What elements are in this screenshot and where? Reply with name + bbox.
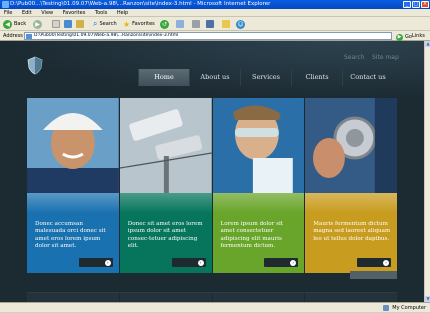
star-icon: ★	[123, 19, 131, 29]
nav-services[interactable]: Services	[240, 69, 291, 86]
arrow-right-icon: ›	[104, 259, 111, 266]
back-button[interactable]: ◀ Back	[3, 19, 26, 29]
print-button[interactable]	[192, 19, 200, 29]
feature-text-1: Donec accumsan malesuada orci donec sit …	[35, 221, 106, 250]
feature-columns: Donec accumsan malesuada orci donec sit …	[27, 193, 397, 273]
photo-camera	[119, 98, 212, 193]
refresh-icon	[64, 20, 72, 28]
back-arrow-icon: ◀	[3, 19, 12, 29]
media-button[interactable]: ↺	[160, 19, 169, 29]
arrow-right-icon: ›	[383, 259, 389, 266]
print-icon	[192, 20, 200, 28]
address-label: Address	[3, 33, 23, 39]
site-header: Search Site map Home About us Services C…	[0, 41, 424, 101]
forward-button[interactable]: ▶	[33, 19, 42, 29]
nav-clients[interactable]: Clients	[291, 69, 342, 86]
feature-column-2: Donec sit amet eros lorem ipsum dolor si…	[119, 193, 212, 273]
menu-favorites[interactable]: Favorites	[63, 10, 86, 16]
more-button-3[interactable]: ›	[264, 258, 299, 267]
photo-lab	[212, 98, 305, 193]
address-value: D:\Pub00\Testing\01.09.07\Web-a.98\...Ra…	[34, 33, 179, 38]
more-button-1[interactable]: ›	[78, 258, 113, 267]
bottom-section	[27, 292, 397, 302]
stop-button[interactable]	[52, 19, 60, 29]
photo-lock	[305, 98, 397, 193]
folder-icon	[222, 20, 230, 28]
feature-column-1: Donec accumsan malesuada orci donec sit …	[27, 193, 119, 273]
nav-home[interactable]: Home	[138, 69, 189, 86]
stop-icon	[52, 20, 60, 28]
page-icon	[26, 34, 32, 39]
messenger-button[interactable]: ☺	[236, 19, 245, 29]
more-button-2[interactable]: ›	[171, 258, 206, 267]
menu-tools[interactable]: Tools	[95, 10, 107, 16]
maximize-button[interactable]: □	[412, 1, 420, 8]
home-button[interactable]	[76, 19, 84, 29]
mail-icon	[176, 20, 184, 28]
search-link[interactable]: Search	[344, 54, 365, 61]
edit-button[interactable]	[206, 19, 214, 29]
search-button[interactable]: ⌕ Search	[93, 19, 117, 29]
shield-logo-icon[interactable]	[27, 56, 43, 75]
sitemap-link[interactable]: Site map	[372, 54, 399, 61]
back-label: Back	[14, 21, 27, 27]
favorites-label: Favorites	[132, 21, 155, 27]
window-title: D:\Pub00...\Testing\01.09.07\Web-a.98\..…	[10, 1, 271, 7]
refresh-button[interactable]	[64, 19, 72, 29]
more-button-4[interactable]: ›	[357, 258, 391, 267]
window-titlebar: D:\Pub00...\Testing\01.09.07\Web-a.98\..…	[0, 0, 430, 9]
photo-worker	[27, 98, 119, 193]
feature-text-2: Donec sit amet eros lorem ipsum dolor si…	[127, 221, 203, 250]
menu-file[interactable]: File	[4, 10, 12, 16]
folder-button[interactable]	[222, 19, 230, 29]
go-arrow-icon: ▶	[396, 33, 403, 41]
menu-help[interactable]: Help	[117, 10, 128, 16]
photo-row	[27, 98, 397, 193]
minimize-button[interactable]: _	[403, 1, 411, 8]
messenger-icon: ☺	[236, 19, 245, 29]
mail-button[interactable]	[176, 19, 184, 29]
close-button[interactable]: ×	[421, 1, 429, 8]
ie-icon	[2, 1, 9, 8]
feature-column-4: Mauris fermentum dictum magna sed laoree…	[305, 193, 397, 273]
arrow-right-icon: ›	[197, 259, 204, 266]
media-icon: ↺	[160, 19, 169, 29]
edit-icon	[206, 20, 214, 28]
address-input[interactable]: D:\Pub00\Testing\01.09.07\Web-a.98\...Ra…	[24, 32, 392, 40]
main-nav: Home About us Services Clients Contact u…	[138, 69, 393, 86]
links-button[interactable]: Links	[412, 31, 425, 41]
toolbar: ◀ Back ▶ ⌕ Search ★ Favorites ↺ ☺	[0, 17, 430, 31]
arrow-right-icon: ›	[290, 259, 297, 266]
search-icon: ⌕	[93, 19, 98, 28]
menu-bar: File Edit View Favorites Tools Help	[0, 9, 430, 17]
address-bar: Address D:\Pub00\Testing\01.09.07\Web-a.…	[0, 31, 430, 41]
computer-icon	[383, 305, 390, 311]
home-icon	[76, 20, 84, 28]
feature-column-3: Lorem ipsum dolor sit amet consectetuer …	[212, 193, 305, 273]
page-viewport: Search Site map Home About us Services C…	[0, 41, 424, 302]
vertical-scrollbar[interactable]: ▲ ▼	[424, 41, 430, 302]
nav-contact[interactable]: Contact us	[342, 69, 393, 86]
column-footer-strip	[350, 271, 397, 279]
forward-arrow-icon: ▶	[33, 19, 42, 29]
menu-view[interactable]: View	[41, 10, 53, 16]
favorites-button[interactable]: ★ Favorites	[123, 19, 155, 29]
menu-edit[interactable]: Edit	[22, 10, 32, 16]
scroll-up-icon[interactable]: ▲	[425, 41, 430, 47]
status-bar: My Computer	[0, 302, 430, 312]
feature-text-3: Lorem ipsum dolor sit amet consectetuer …	[220, 221, 284, 250]
feature-text-4: Mauris fermentum dictum magna sed laoree…	[313, 221, 391, 242]
nav-about[interactable]: About us	[189, 69, 240, 86]
search-label: Search	[99, 21, 117, 27]
